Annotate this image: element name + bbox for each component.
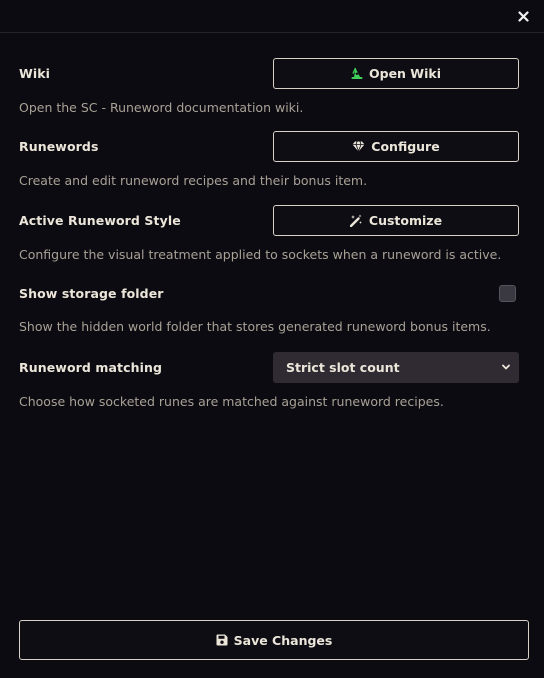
setting-hint: Choose how socketed runes are matched ag… — [19, 394, 444, 409]
floppy-disk-icon — [216, 634, 228, 646]
setting-label: Runewords — [19, 139, 99, 154]
setting-hint: Configure the visual treatment applied t… — [19, 247, 502, 262]
show-storage-folder-checkbox[interactable] — [499, 285, 516, 302]
close-button[interactable] — [514, 7, 532, 25]
configure-button[interactable]: Configure — [273, 131, 519, 162]
wizard-hat-icon — [351, 67, 363, 79]
setting-hint: Show the hidden world folder that stores… — [19, 319, 491, 334]
setting-active-runeword-style: Active Runeword Style Customize Configur… — [19, 205, 519, 265]
magic-wand-icon — [349, 214, 362, 227]
setting-label: Runeword matching — [19, 360, 163, 375]
select-value: Strict slot count — [286, 360, 400, 375]
setting-label: Wiki — [19, 66, 51, 81]
chevron-down-icon — [502, 364, 510, 370]
configure-label: Configure — [371, 139, 440, 154]
settings-window: Wiki Open Wiki Open the SC - Runeword do… — [0, 0, 544, 678]
setting-hint: Open the SC - Runeword documentation wik… — [19, 100, 304, 115]
gem-icon — [352, 141, 365, 152]
setting-label: Active Runeword Style — [19, 213, 181, 228]
title-bar — [0, 0, 544, 33]
open-wiki-button[interactable]: Open Wiki — [273, 58, 519, 89]
save-changes-label: Save Changes — [233, 632, 333, 648]
setting-wiki: Wiki Open Wiki Open the SC - Runeword do… — [19, 58, 519, 118]
save-changes-button[interactable]: Save Changes — [19, 620, 529, 660]
runeword-matching-select[interactable]: Strict slot count — [273, 352, 519, 383]
open-wiki-label: Open Wiki — [369, 66, 441, 81]
setting-runeword-matching: Runeword matching Strict slot count Choo… — [19, 352, 519, 412]
setting-hint: Create and edit runeword recipes and the… — [19, 173, 368, 188]
customize-label: Customize — [368, 213, 443, 228]
close-icon — [517, 10, 529, 22]
setting-runewords: Runewords Configure Create and edit rune… — [19, 131, 519, 191]
setting-show-storage-folder: Show storage folder Show the hidden worl… — [19, 285, 519, 335]
customize-button[interactable]: Customize — [273, 205, 519, 236]
setting-label: Show storage folder — [19, 286, 164, 301]
